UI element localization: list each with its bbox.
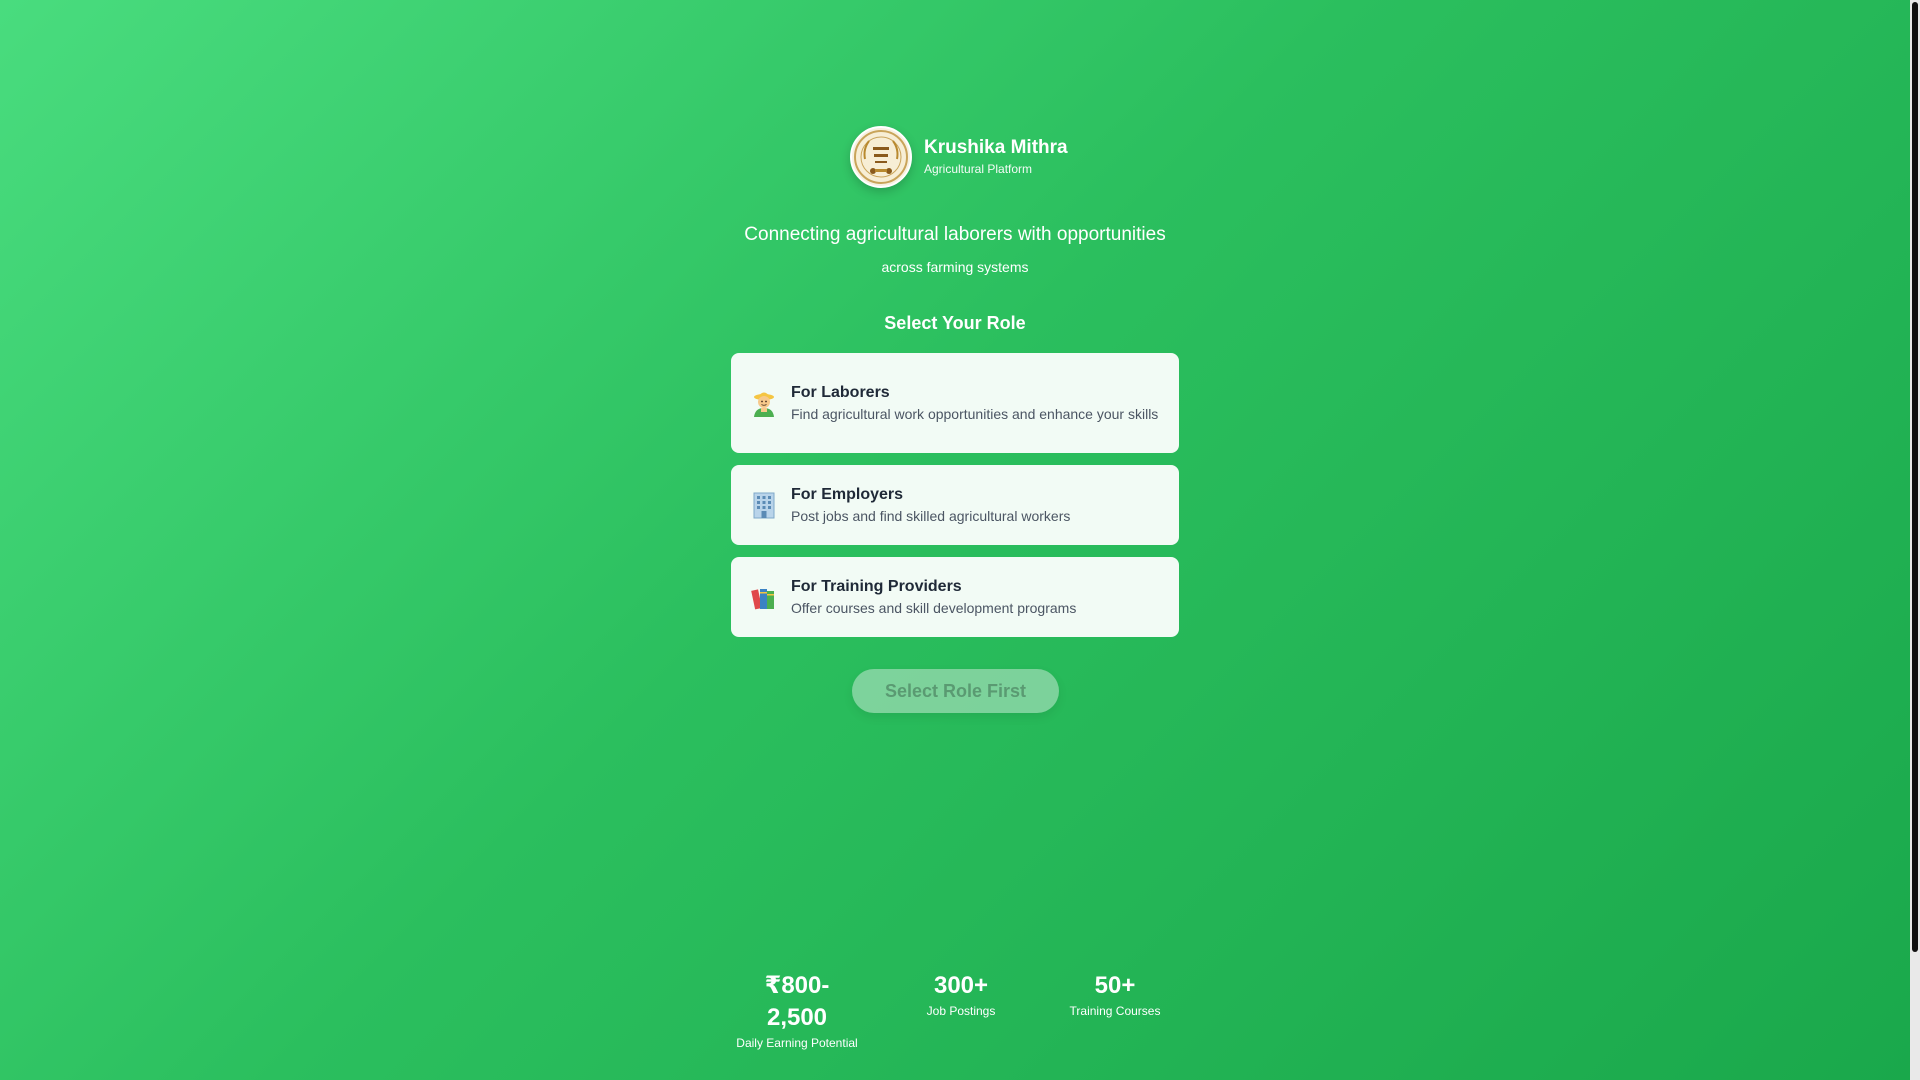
farmer-icon bbox=[749, 388, 779, 418]
role-options: For Laborers Find agricultural work oppo… bbox=[731, 353, 1179, 649]
stat-value: ₹800- 2,500 bbox=[720, 970, 874, 1034]
stat-value: 300+ bbox=[933, 972, 989, 999]
hero-tagline-sub: across farming systems bbox=[881, 259, 1029, 275]
brand-text: Krushika Mithra Agricultural Platform bbox=[924, 136, 1068, 178]
role-text: For Employers Post jobs and find skilled… bbox=[791, 484, 1070, 526]
stat-value: 50+ bbox=[1094, 972, 1136, 999]
select-role-first-button[interactable]: Select Role First bbox=[852, 669, 1059, 713]
krushika-mithra-logo-icon bbox=[850, 126, 912, 188]
stat-training-courses: 50+ Training Courses bbox=[1040, 970, 1190, 1020]
stat-value-line-1: ₹800- bbox=[764, 972, 830, 999]
select-role-title: Select Your Role bbox=[884, 313, 1026, 333]
brand-header: Krushika Mithra Agricultural Platform bbox=[850, 126, 1068, 188]
vertical-scrollbar[interactable] bbox=[1910, 0, 1920, 1080]
office-building-icon bbox=[749, 490, 779, 520]
stat-daily-earning: ₹800- 2,500 Daily Earning Potential bbox=[720, 970, 874, 1052]
brand-subtitle: Agricultural Platform bbox=[924, 162, 1033, 176]
role-description: Post jobs and find skilled agricultural … bbox=[791, 508, 1071, 524]
role-title: For Laborers bbox=[791, 384, 890, 401]
brand-title: Krushika Mithra bbox=[924, 137, 1068, 158]
stat-label: Daily Earning Potential bbox=[736, 1036, 858, 1050]
role-card-training-providers[interactable]: For Training Providers Offer courses and… bbox=[731, 557, 1179, 637]
role-title: For Employers bbox=[791, 486, 904, 503]
landing-page: Krushika Mithra Agricultural Platform Co… bbox=[0, 0, 1910, 1080]
books-icon bbox=[749, 582, 779, 612]
role-card-employers[interactable]: For Employers Post jobs and find skilled… bbox=[731, 465, 1179, 545]
role-title: For Training Providers bbox=[791, 578, 962, 595]
role-card-laborers[interactable]: For Laborers Find agricultural work oppo… bbox=[731, 353, 1179, 453]
hero-tagline: Connecting agricultural laborers with op… bbox=[744, 224, 1166, 245]
stat-label: Training Courses bbox=[1069, 1004, 1161, 1018]
stat-job-postings: 300+ Job Postings bbox=[886, 970, 1036, 1020]
role-description: Offer courses and skill development prog… bbox=[791, 600, 1077, 616]
scrollbar-thumb[interactable] bbox=[1912, 2, 1918, 952]
stat-value-line-2: 2,500 bbox=[766, 1004, 828, 1031]
role-text: For Laborers Find agricultural work oppo… bbox=[791, 382, 1158, 424]
role-description: Find agricultural work opportunities and… bbox=[791, 406, 1159, 422]
role-text: For Training Providers Offer courses and… bbox=[791, 576, 1076, 618]
stat-label: Job Postings bbox=[926, 1004, 996, 1018]
